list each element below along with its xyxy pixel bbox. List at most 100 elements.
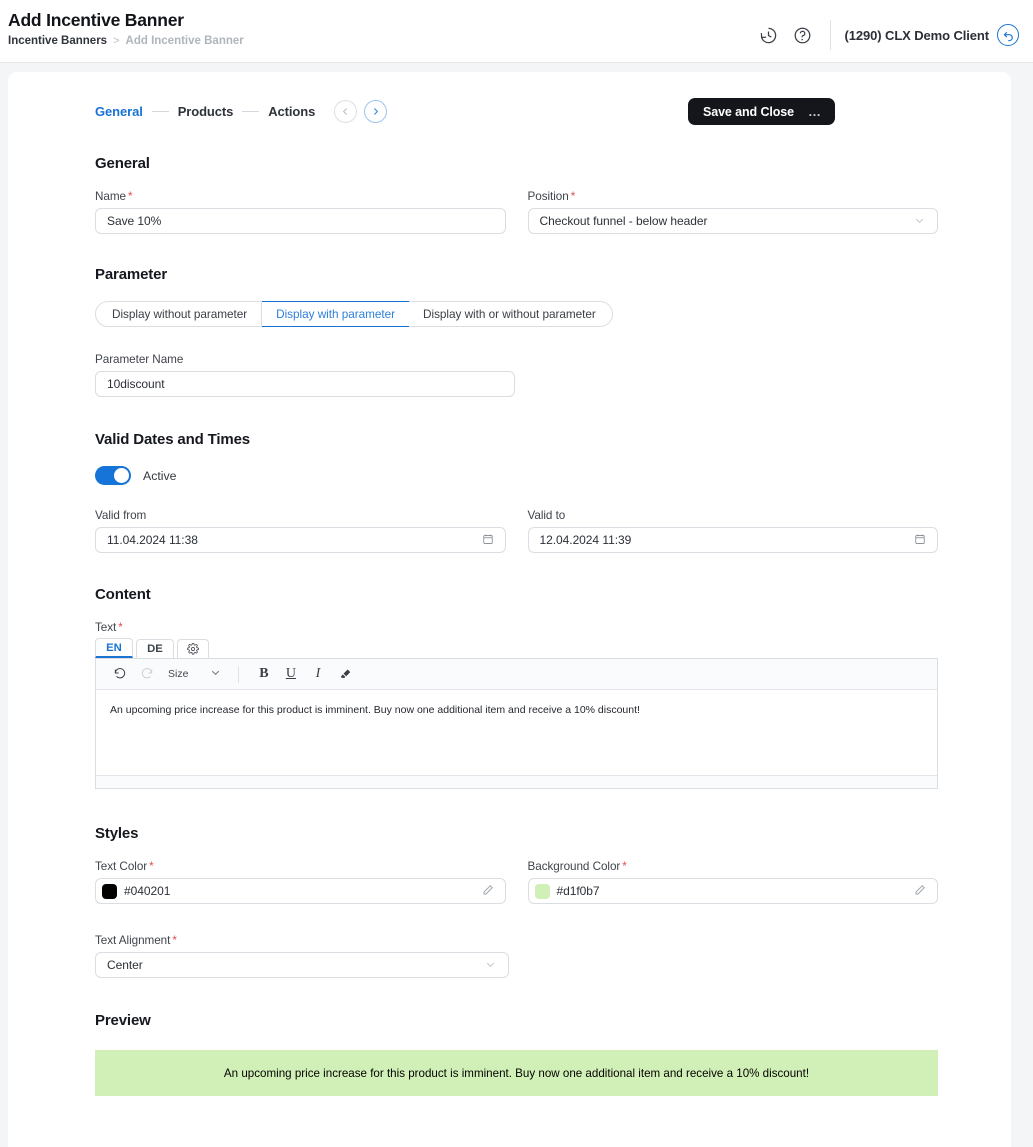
breadcrumb: Incentive Banners > Add Incentive Banner [8,34,244,48]
form-card: General Products Actions Save and Close … [8,72,1011,1147]
active-toggle-label: Active [143,468,177,483]
italic-button[interactable]: I [304,661,331,688]
required-marker: * [172,934,177,947]
breadcrumb-parent-link[interactable]: Incentive Banners [8,34,107,48]
text-color-value: #040201 [124,884,171,898]
eraser-icon[interactable] [331,661,358,688]
form-inner: General Products Actions Save and Close … [8,98,938,1096]
breadcrumb-current: Add Incentive Banner [125,35,244,47]
name-input[interactable]: Save 10% [95,208,506,234]
bold-button[interactable]: B [250,661,277,688]
tab-language-en[interactable]: EN [95,638,133,658]
more-actions-icon[interactable]: … [808,104,822,119]
pencil-icon[interactable] [482,884,494,899]
parameter-name-input[interactable]: 10discount [95,371,515,397]
redo-icon[interactable] [133,661,160,688]
chevron-right-icon[interactable] [364,100,388,123]
top-header-bar: Add Incentive Banner Incentive Banners >… [0,0,1033,63]
text-label-text: Text [95,621,117,634]
banner-preview-text: An upcoming price increase for this prod… [223,1066,810,1080]
segment-display-with-or-without-parameter[interactable]: Display with or without parameter [409,301,613,327]
styles-section-title: Styles [95,825,139,842]
valid-to-value: 12.04.2024 11:39 [539,533,632,547]
undo-icon[interactable] [106,661,133,688]
chevron-left-icon[interactable] [334,100,358,123]
background-color-input[interactable]: #d1f0b7 [527,878,938,904]
name-label: Name * [95,190,506,203]
underline-button[interactable]: U [277,661,304,688]
valid-from-label: Valid from [95,509,147,522]
text-alignment-select[interactable]: Center [95,952,509,978]
required-marker: * [127,190,133,203]
parameter-name-value: 10discount [107,377,165,391]
gear-icon[interactable] [177,639,209,658]
name-label-text: Name [95,190,126,203]
background-color-swatch [534,883,550,899]
text-alignment-group: Text Alignment * Center [95,934,509,978]
save-and-close-button[interactable]: Save and Close … [687,98,835,125]
wizard-nav-buttons [334,100,388,123]
tab-actions[interactable]: Actions [268,104,315,119]
tab-language-de[interactable]: DE [136,639,174,658]
calendar-icon[interactable] [914,533,926,548]
valid-to-input[interactable]: 12.04.2024 11:39 [527,527,938,553]
header-actions: (1290) CLX Demo Client [752,9,1019,52]
valid-from-value: 11.04.2024 11:38 [107,533,198,547]
background-color-label: Background Color * [528,860,939,873]
position-select[interactable]: Checkout funnel - below header [527,208,938,234]
undo-arrow-icon[interactable] [997,24,1019,46]
language-tabs: EN DE [95,638,938,658]
text-label: Text * [95,621,938,634]
active-toggle[interactable] [95,466,131,485]
page-title: Add Incentive Banner [8,10,184,30]
font-size-dropdown[interactable]: Size [160,667,227,681]
parameter-name-group: Parameter Name 10discount [95,353,515,397]
text-alignment-label-text: Text Alignment [95,934,171,947]
required-marker: * [118,621,123,634]
chevron-down-icon [210,667,221,681]
segment-display-with-parameter[interactable]: Display with parameter [262,301,410,327]
chevron-down-icon [485,959,497,972]
background-color-label-text: Background Color [527,860,621,873]
position-field-group: Position * Checkout funnel - below header [527,190,939,234]
clock-history-icon[interactable] [752,18,786,52]
bold-label: B [259,666,269,681]
save-button-label: Save and Close [702,104,794,119]
header-title-block: Add Incentive Banner Incentive Banners >… [8,9,244,48]
background-color-value: #d1f0b7 [556,884,600,898]
valid-from-group: Valid from 11.04.2024 11:38 [95,509,506,553]
rich-text-editor: Size B U I An upcoming price increase fo… [95,658,938,789]
general-fields-row: Name * Save 10% Position * Checkout funnel… [95,190,938,234]
valid-to-label: Valid to [527,509,566,522]
preview-section-title: Preview [95,1012,151,1029]
segment-display-without-parameter[interactable]: Display without parameter [95,301,263,327]
help-circle-icon[interactable] [786,18,820,52]
step-divider [242,111,260,112]
styles-colors-row: Text Color * #040201 Background Color * #d… [95,860,938,904]
text-color-label: Text Color * [95,860,506,873]
required-marker: * [570,190,576,203]
name-input-value: Save 10% [107,214,162,228]
text-color-label-text: Text Color [95,860,148,873]
position-label: Position * [528,190,939,203]
page-body: General Products Actions Save and Close … [0,63,1033,1147]
general-section-title: General [95,155,150,172]
tab-general[interactable]: General [95,104,143,119]
toggle-knob [114,468,129,483]
header-divider [829,20,831,50]
pencil-icon[interactable] [914,884,926,899]
text-color-swatch [102,883,117,899]
parameter-mode-segmented-control: Display without parameter Display with p… [95,301,938,327]
background-color-group: Background Color * #d1f0b7 [527,860,939,904]
banner-preview: An upcoming price increase for this prod… [95,1050,938,1096]
required-marker: * [149,860,154,873]
text-color-input[interactable]: #040201 [95,878,506,904]
valid-from-input[interactable]: 11.04.2024 11:38 [95,527,506,553]
editor-toolbar: Size B U I [96,659,937,690]
tab-products[interactable]: Products [178,104,234,119]
step-divider [151,111,169,112]
editor-content[interactable]: An upcoming price increase for this prod… [96,690,937,775]
text-alignment-value: Center [107,958,143,972]
breadcrumb-separator-icon: > [113,35,120,47]
calendar-icon[interactable] [482,533,494,548]
